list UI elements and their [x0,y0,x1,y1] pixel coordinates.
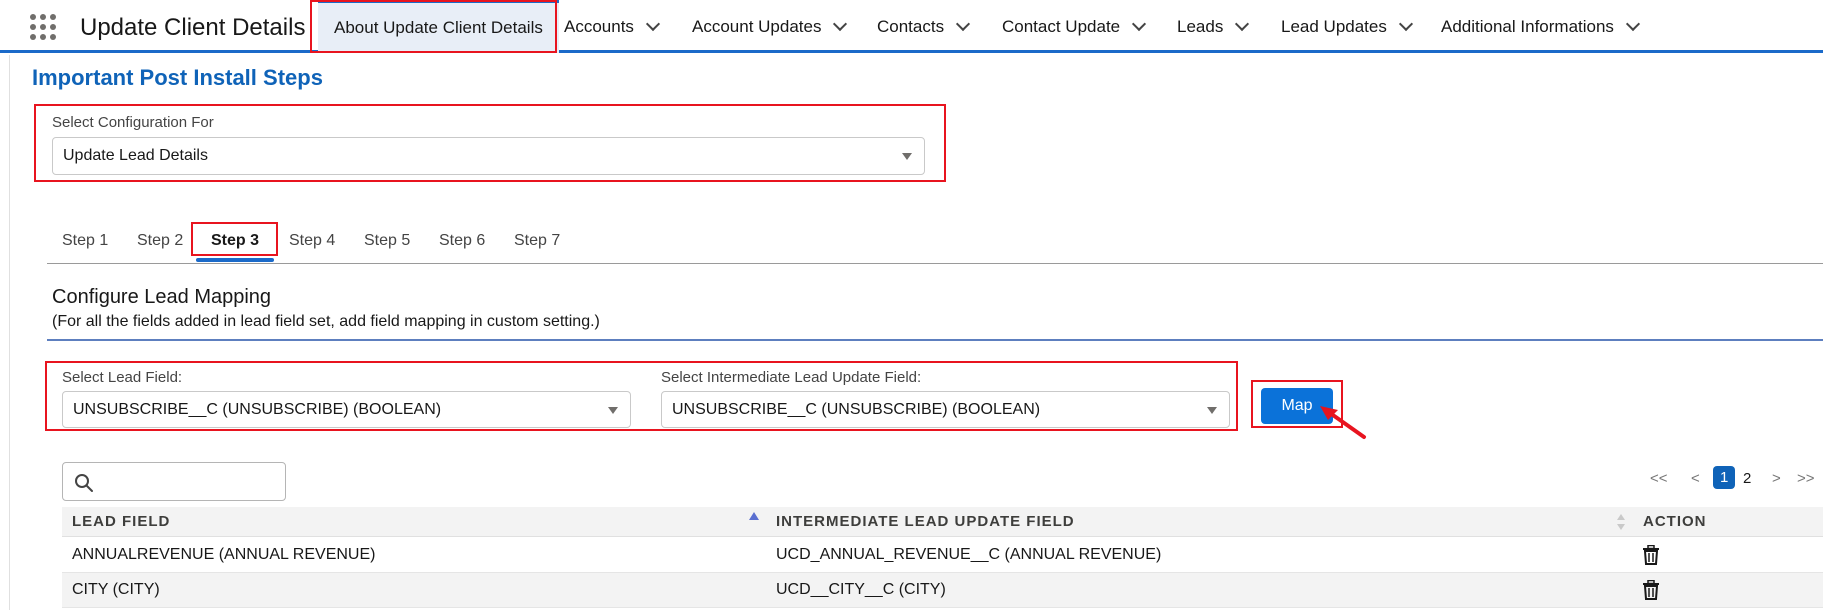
active-tab-indicator [196,258,274,262]
table-header: LEAD FIELD INTERMEDIATE LEAD UPDATE FIEL… [62,507,1823,537]
intermediate-field-select[interactable]: UNSUBSCRIBE__C (UNSUBSCRIBE) (BOOLEAN) [661,391,1230,428]
trash-icon[interactable] [1642,580,1660,600]
column-header-lead[interactable]: LEAD FIELD [72,513,170,530]
arrow-pointer-icon [1320,406,1366,439]
nav-tab-accounts[interactable]: Accounts [564,0,661,53]
chevron-down-icon[interactable] [1398,16,1413,31]
nav-tab-contact-update[interactable]: Contact Update [1002,0,1147,53]
step-tabs: Step 1 Step 2 Step 3 Step 4 Step 5 Step … [47,222,1823,264]
lead-field-value: UNSUBSCRIBE__C (UNSUBSCRIBE) (BOOLEAN) [73,400,442,418]
tab-step-4[interactable]: Step 4 [289,232,335,250]
lead-field-select[interactable]: UNSUBSCRIBE__C (UNSUBSCRIBE) (BOOLEAN) [62,391,631,428]
sort-asc-icon[interactable] [749,512,759,520]
dropdown-triangle-icon [608,406,618,414]
tab-step-6[interactable]: Step 6 [439,232,485,250]
nav-tab-label: Leads [1177,16,1224,36]
pager-next[interactable]: > [1772,470,1781,487]
chevron-down-icon[interactable] [1625,16,1641,31]
pager-page-1[interactable]: 1 [1713,466,1736,489]
trash-icon[interactable] [1642,545,1660,565]
nav-tab-additional-informations[interactable]: Additional Informations [1441,0,1641,53]
pager-last[interactable]: >> [1797,470,1815,487]
nav-tab-label: Accounts [564,16,634,36]
chevron-down-icon[interactable] [645,16,661,31]
dropdown-triangle-icon [902,153,912,160]
nav-tab-contacts[interactable]: Contacts [877,0,971,53]
chevron-down-icon[interactable] [956,16,971,31]
tab-step-1[interactable]: Step 1 [62,232,108,250]
config-label: Select Configuration For [52,114,214,131]
nav-tab-label: Additional Informations [1441,16,1614,36]
nav-tab-account-updates[interactable]: Account Updates [692,0,848,53]
section-subtitle: (For all the fields added in lead field … [52,313,600,330]
app-launcher-icon[interactable] [30,14,56,40]
lead-field-cell: ANNUALREVENUE (ANNUAL REVENUE) [72,546,376,563]
chevron-down-icon[interactable] [833,16,848,31]
intermediate-field-cell: UCD__CITY__C (CITY) [776,581,946,598]
tab-step-3[interactable]: Step 3 [211,232,259,250]
search-input[interactable] [62,462,286,501]
intermediate-field-value: UNSUBSCRIBE__C (UNSUBSCRIBE) (BOOLEAN) [672,400,1041,418]
column-header-action: ACTION [1643,513,1707,530]
dropdown-triangle-icon [1207,406,1217,414]
sort-icon[interactable] [1616,513,1626,531]
tab-step-2[interactable]: Step 2 [137,232,183,250]
table-row: ANNUALREVENUE (ANNUAL REVENUE) UCD_ANNUA… [62,538,1823,573]
lead-field-cell: CITY (CITY) [72,581,160,598]
nav-tab-label: Contacts [877,16,945,36]
nav-tab-label: About Update Client Details [334,18,543,37]
nav-tab-lead-updates[interactable]: Lead Updates [1281,0,1413,53]
config-select-value: Update Lead Details [63,147,208,164]
pager-page-2[interactable]: 2 [1743,470,1751,487]
chevron-down-icon[interactable] [1235,16,1250,31]
config-select[interactable]: Update Lead Details [52,137,925,175]
tab-step-7[interactable]: Step 7 [514,232,560,250]
column-header-intermediate[interactable]: INTERMEDIATE LEAD UPDATE FIELD [776,513,1075,530]
nav-tab-label: Contact Update [1002,16,1121,36]
nav-tab-label: Lead Updates [1281,16,1387,36]
intermediate-field-cell: UCD_ANNUAL_REVENUE__C (ANNUAL REVENUE) [776,546,1162,563]
section-divider [47,339,1823,341]
app-title: Update Client Details [80,14,306,41]
nav-tab-label: Account Updates [692,16,822,36]
pager-first[interactable]: << [1650,470,1668,487]
page-heading: Important Post Install Steps [32,65,323,90]
nav-tab-leads[interactable]: Leads [1177,0,1250,53]
tab-step-5[interactable]: Step 5 [364,232,410,250]
top-nav-bar: Update Client Details About Update Clien… [0,0,1823,53]
pager-prev[interactable]: < [1691,470,1700,487]
section-title: Configure Lead Mapping [52,286,272,308]
intermediate-field-label: Select Intermediate Lead Update Field: [661,369,922,386]
table-row: CITY (CITY) UCD__CITY__C (CITY) [62,573,1823,608]
left-divider [9,55,10,610]
chevron-down-icon[interactable] [1132,16,1147,31]
nav-tab-about[interactable]: About Update Client Details [318,0,559,53]
lead-field-label: Select Lead Field: [62,369,183,386]
search-icon [75,474,93,492]
